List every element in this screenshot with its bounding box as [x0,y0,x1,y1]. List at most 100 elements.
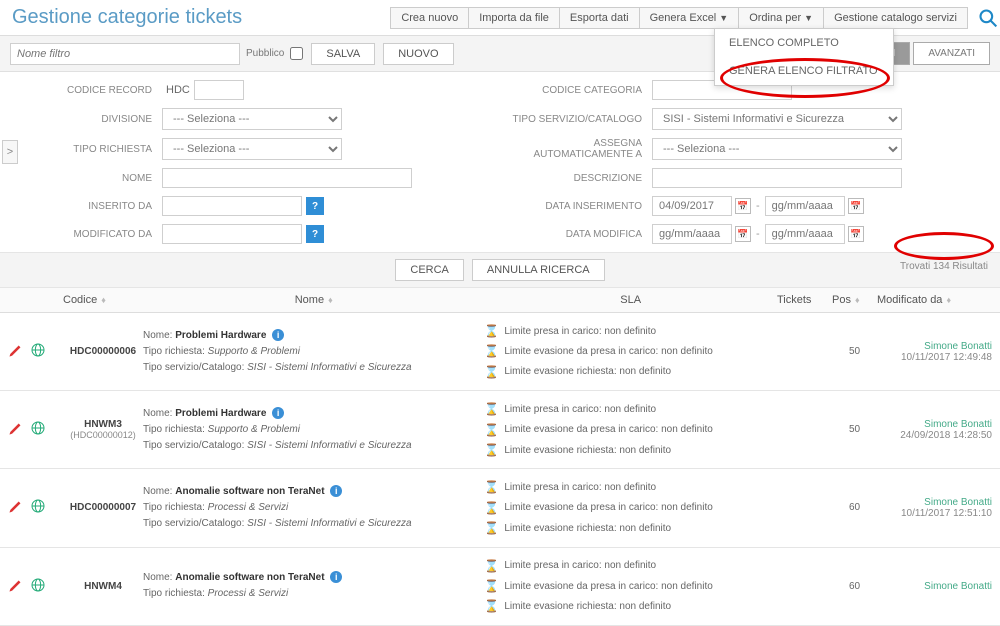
cell-pos: 60 [832,581,877,592]
reset-search-button[interactable]: ANNULLA RICERCA [472,259,605,281]
dd-filtered-list[interactable]: GENERA ELENCO FILTRATO [715,57,893,85]
cell-code: HDC00000007 [63,502,143,513]
cell-sla: ⌛Limite presa in carico: non definito ⌛L… [484,477,777,538]
filter-name-input[interactable] [10,43,240,65]
public-checkbox[interactable] [290,47,303,60]
page-title: Gestione categorie tickets [0,0,254,35]
label-data-modifica: DATA MODIFICA [502,229,652,240]
label-tipo-richiesta: TIPO RICHIESTA [12,144,162,155]
calendar-icon[interactable]: 📅 [735,226,751,242]
public-label: Pubblico [246,48,284,59]
help-icon[interactable]: ? [306,197,324,215]
modificato-da-input[interactable] [162,224,302,244]
data-mod-to[interactable] [765,224,845,244]
col-pos[interactable]: Pos♦ [832,294,877,306]
info-icon[interactable]: i [330,485,342,497]
sort-icon: ♦ [946,295,951,305]
hourglass-icon: ⌛ [484,518,499,538]
data-ins-to[interactable] [765,196,845,216]
tipo-richiesta-select[interactable]: --- Seleziona --- [162,138,342,160]
descrizione-input[interactable] [652,168,902,188]
hourglass-icon: ⌛ [484,576,499,596]
label-assegna: ASSEGNA AUTOMATICAMENTE A [502,138,652,160]
cell-pos: 50 [832,424,877,435]
cell-modified: Simone Bonatti10/11/2017 12:49:48 [877,341,992,363]
hourglass-icon: ⌛ [484,477,499,497]
globe-icon[interactable] [30,498,46,517]
hourglass-icon: ⌛ [484,498,499,518]
col-codice[interactable]: Codice♦ [63,294,143,306]
label-modificato-da: MODIFICATO DA [12,229,162,240]
edit-icon[interactable] [8,420,24,439]
hourglass-icon: ⌛ [484,440,499,460]
tipo-servizio-select[interactable]: SISI - Sistemi Informativi e Sicurezza [652,108,902,130]
label-inserito-da: INSERITO DA [12,201,162,212]
col-tickets: Tickets [777,294,832,306]
table-row[interactable]: HNWM3(HDC00000012) Nome: Problemi Hardwa… [0,391,1000,469]
hourglass-icon: ⌛ [484,420,499,440]
import-button[interactable]: Importa da file [468,7,560,29]
cell-pos: 50 [832,346,877,357]
globe-icon[interactable] [30,577,46,596]
label-descrizione: DESCRIZIONE [502,173,652,184]
dd-full-list[interactable]: ELENCO COMPLETO [715,29,893,57]
sort-icon: ♦ [328,295,333,305]
calendar-icon[interactable]: 📅 [848,198,864,214]
cell-modified: Simone Bonatti [877,581,992,592]
table-row[interactable]: HDC00000006 Nome: Problemi Hardware i Ti… [0,313,1000,391]
hourglass-icon: ⌛ [484,556,499,576]
date-separator: - [756,200,760,212]
edit-icon[interactable] [8,577,24,596]
cell-sla: ⌛Limite presa in carico: non definito ⌛L… [484,321,777,382]
col-modificato[interactable]: Modificato da♦ [877,294,992,306]
edit-icon[interactable] [8,498,24,517]
calendar-icon[interactable]: 📅 [848,226,864,242]
assegna-select[interactable]: --- Seleziona --- [652,138,902,160]
search-icon[interactable] [976,6,1000,30]
col-nome[interactable]: Nome♦ [143,294,484,306]
save-filter-button[interactable]: SALVA [311,43,375,65]
table-row[interactable]: HDC00000007 Nome: Anomalie software non … [0,469,1000,547]
calendar-icon[interactable]: 📅 [735,198,751,214]
new-filter-button[interactable]: NUOVO [383,43,453,65]
results-count: Trovati 134 Risultati [900,261,988,272]
mode-advanced[interactable]: AVANZATI [913,42,990,65]
caret-down-icon: ▼ [719,13,728,23]
info-icon[interactable]: i [272,329,284,341]
cell-sla: ⌛Limite presa in carico: non definito ⌛L… [484,556,777,617]
globe-icon[interactable] [30,420,46,439]
search-button[interactable]: CERCA [395,259,464,281]
hourglass-icon: ⌛ [484,362,499,382]
sort-icon: ♦ [855,295,860,305]
help-icon[interactable]: ? [306,225,324,243]
col-sla: SLA [484,294,777,306]
label-codice-record: CODICE RECORD [12,85,162,96]
cell-code: HNWM3(HDC00000012) [63,419,143,440]
info-icon[interactable]: i [330,571,342,583]
hourglass-icon: ⌛ [484,399,499,419]
export-button[interactable]: Esporta dati [559,7,640,29]
table-row[interactable]: HNWM4 Nome: Anomalie software non TeraNe… [0,548,1000,626]
date-separator: - [756,228,760,240]
cell-modified: Simone Bonatti10/11/2017 12:51:10 [877,497,992,519]
globe-icon[interactable] [30,342,46,361]
edit-icon[interactable] [8,342,24,361]
codice-prefix: HDC [162,84,194,96]
codice-record-input[interactable] [194,80,244,100]
order-dropdown[interactable]: Ordina per▼ [738,7,824,29]
nome-input[interactable] [162,168,412,188]
inserito-da-input[interactable] [162,196,302,216]
hourglass-icon: ⌛ [484,596,499,616]
catalog-button[interactable]: Gestione catalogo servizi [823,7,968,29]
excel-dropdown[interactable]: Genera Excel▼ [639,7,740,29]
hourglass-icon: ⌛ [484,321,499,341]
caret-down-icon: ▼ [804,13,813,23]
divisione-select[interactable]: --- Seleziona --- [162,108,342,130]
data-ins-from[interactable] [652,196,732,216]
cell-pos: 60 [832,502,877,513]
create-button[interactable]: Crea nuovo [390,7,469,29]
info-icon[interactable]: i [272,407,284,419]
cell-nome: Nome: Problemi Hardware i Tipo richiesta… [143,406,484,454]
data-mod-from[interactable] [652,224,732,244]
cell-nome: Nome: Anomalie software non TeraNet i Ti… [143,570,484,602]
